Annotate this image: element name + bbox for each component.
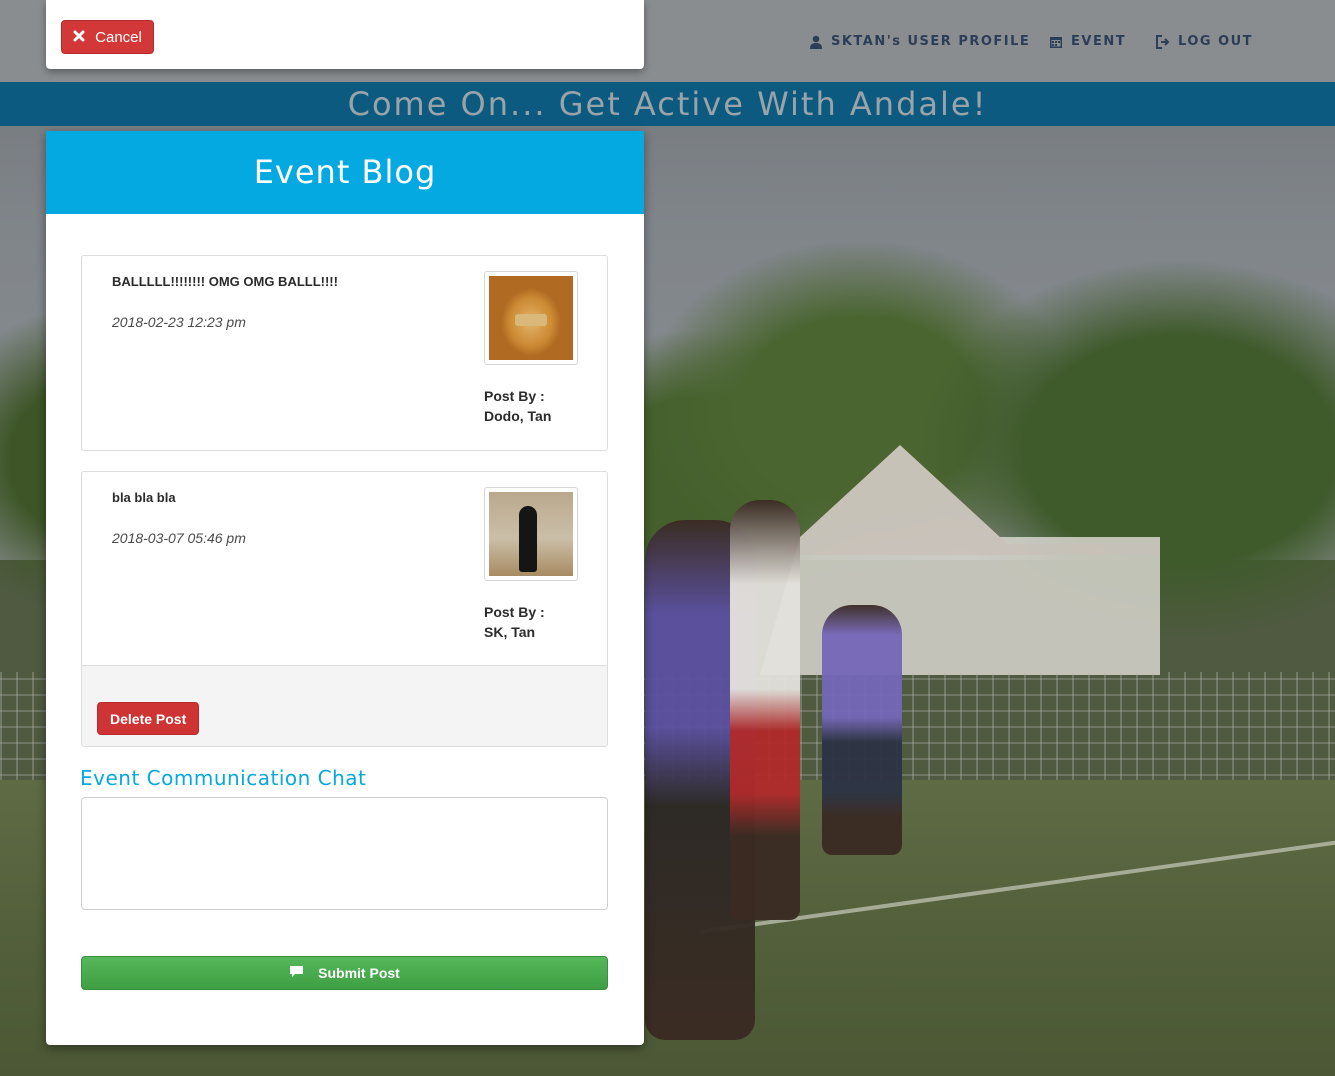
- close-icon: [73, 29, 85, 46]
- post-by-label: Post By :: [484, 388, 545, 404]
- slogan-banner: Come On... Get Active With Andale!: [0, 82, 1335, 126]
- submit-post-label: Submit Post: [318, 965, 400, 981]
- post-author-name: SK, Tan: [484, 624, 536, 640]
- event-blog-header: Event Blog: [46, 131, 644, 214]
- post-message: bla bla bla: [112, 490, 176, 505]
- event-blog-panel: Event Blog BALLLLL!!!!!!!! OMG OMG BALLL…: [46, 131, 644, 1045]
- post-author: Post By : Dodo, Tan: [484, 386, 551, 426]
- nav-user-profile-label: SKTAN's USER PROFILE: [831, 34, 1031, 49]
- nav-event[interactable]: EVENT: [1049, 34, 1126, 49]
- background-player: [730, 500, 800, 920]
- submit-post-button[interactable]: Submit Post: [81, 956, 608, 990]
- post-author: Post By : SK, Tan: [484, 602, 545, 642]
- background-player: [822, 605, 902, 855]
- post-by-label: Post By :: [484, 604, 545, 620]
- chat-message-input[interactable]: [81, 797, 608, 910]
- dog-photo: [489, 276, 573, 360]
- post-message: BALLLLL!!!!!!!! OMG OMG BALLL!!!!: [112, 274, 338, 289]
- man-badminton-photo: [489, 492, 573, 576]
- slogan-text: Come On... Get Active With Andale!: [347, 85, 988, 123]
- calendar-icon: [1049, 35, 1063, 49]
- post-date: 2018-03-07 05:46 pm: [112, 530, 246, 546]
- event-blog-title: Event Blog: [253, 153, 437, 191]
- author-avatar: [484, 271, 578, 365]
- nav-user-profile[interactable]: SKTAN's USER PROFILE: [809, 34, 1030, 49]
- cancel-card: Cancel: [46, 0, 644, 69]
- blog-post: BALLLLL!!!!!!!! OMG OMG BALLL!!!! 2018-0…: [81, 255, 608, 451]
- nav-event-label: EVENT: [1071, 34, 1127, 49]
- post-author-name: Dodo, Tan: [484, 408, 552, 424]
- nav-log-out[interactable]: LOG OUT: [1155, 34, 1253, 49]
- comment-icon: [289, 965, 304, 981]
- cancel-button[interactable]: Cancel: [61, 20, 154, 54]
- user-icon: [809, 35, 823, 49]
- sign-out-icon: [1155, 34, 1170, 49]
- blog-post: bla bla bla 2018-03-07 05:46 pm Post By …: [81, 471, 608, 747]
- author-avatar: [484, 487, 578, 581]
- post-footer: Delete Post: [82, 665, 607, 746]
- cancel-label: Cancel: [95, 28, 142, 46]
- post-date: 2018-02-23 12:23 pm: [112, 314, 246, 330]
- chat-title: Event Communication Chat: [80, 766, 367, 790]
- nav-log-out-label: LOG OUT: [1178, 34, 1254, 49]
- delete-post-button[interactable]: Delete Post: [97, 702, 200, 735]
